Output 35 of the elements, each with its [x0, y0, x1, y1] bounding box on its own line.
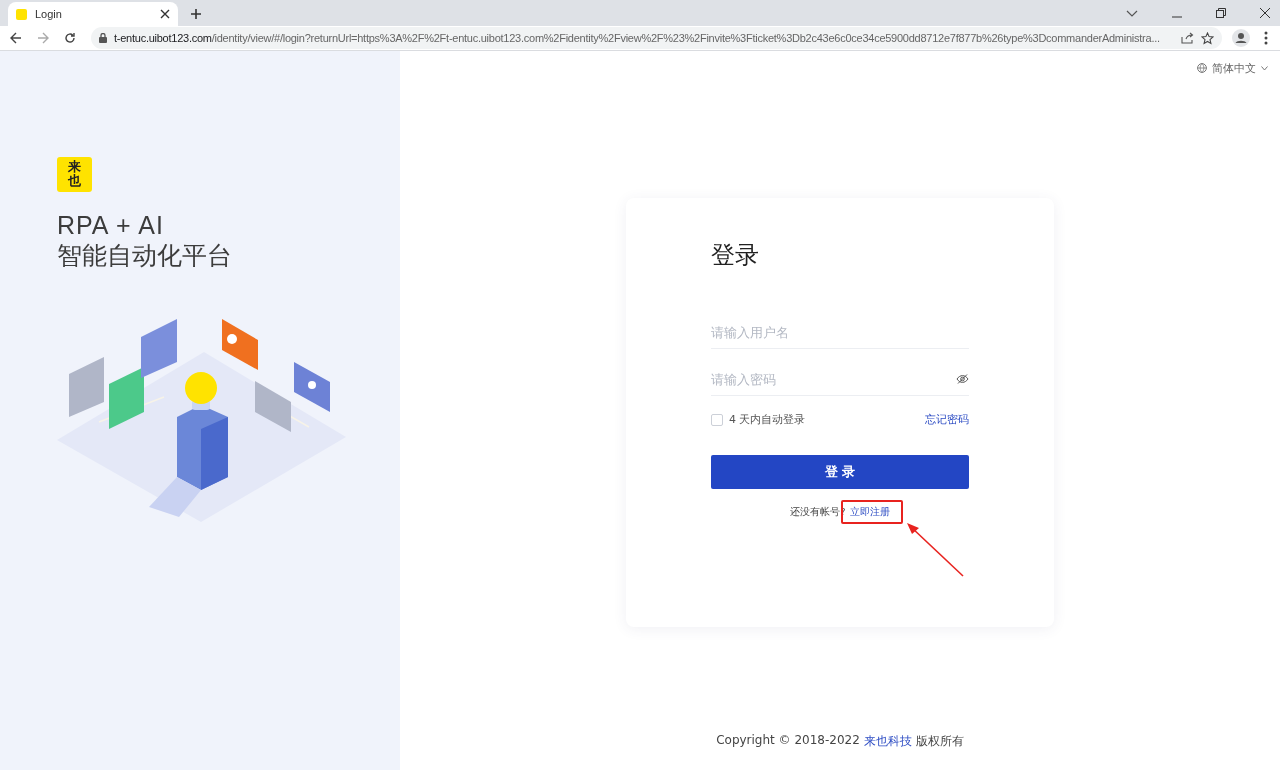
remember-checkbox[interactable]: 4 天内自动登录 — [711, 412, 806, 427]
close-icon[interactable] — [1260, 8, 1270, 18]
close-icon[interactable] — [160, 9, 170, 19]
username-field[interactable]: 请输入用户名 — [711, 316, 969, 349]
password-field[interactable]: 请输入密码 — [711, 363, 969, 396]
restore-icon[interactable] — [1216, 8, 1226, 18]
language-selector[interactable]: 简体中文 — [1197, 60, 1268, 76]
star-icon[interactable] — [1201, 31, 1214, 45]
share-icon[interactable] — [1181, 32, 1194, 44]
register-link[interactable]: 立即注册 — [849, 506, 890, 517]
company-link[interactable]: 来也科技 — [863, 733, 912, 750]
url-text: t-entuc.uibot123.com/identity/view/#/login?returnUrl=https%3A%2F%2Ft-entuc.uibot123.com%2Fidentity%2Fview%2F%23%2Finvite%3Fticket%3Db2c43e6c0ce34ce5900dd8712e7f877b%26type%3DcommanderAdministra... — [114, 32, 1161, 44]
annotation-highlight-box — [840, 500, 903, 524]
browser-tab[interactable]: Login — [8, 2, 178, 26]
profile-avatar-icon[interactable] — [1232, 29, 1250, 47]
rights-text: 版权所有 — [915, 733, 964, 750]
reload-icon[interactable] — [64, 32, 76, 44]
favicon-icon — [16, 8, 27, 20]
headline: RPA + AI — [57, 210, 164, 240]
globe-icon — [1197, 63, 1207, 73]
eye-slash-icon[interactable] — [956, 374, 969, 384]
annotation-arrow — [906, 523, 964, 577]
login-button[interactable]: 登 录 — [711, 455, 969, 489]
back-arrow-icon[interactable] — [10, 32, 22, 44]
subheadline: 智能自动化平台 — [57, 240, 232, 272]
logo: 来也 — [57, 157, 92, 192]
forgot-password-link[interactable]: 忘记密码 — [925, 412, 969, 427]
chevron-down-icon — [1261, 65, 1268, 71]
address-bar[interactable]: t-entuc.uibot123.com/identity/view/#/login?returnUrl=https%3A%2F%2Ft-entuc.uibot123.com%2Fidentity%2Fview%2F%23%2Finvite%3Fticket%3Db2c43e6c0ce34ce5900dd8712e7f877b%26type%3DcommanderAdministra... — [91, 27, 1222, 49]
chevron-down-icon[interactable] — [1126, 10, 1138, 18]
menu-icon[interactable] — [1264, 31, 1268, 45]
copyright-text: Copyright © 2018-2022 — [716, 733, 860, 749]
plus-icon[interactable] — [190, 8, 202, 20]
lock-icon — [99, 33, 107, 43]
login-title: 登录 — [711, 240, 760, 271]
